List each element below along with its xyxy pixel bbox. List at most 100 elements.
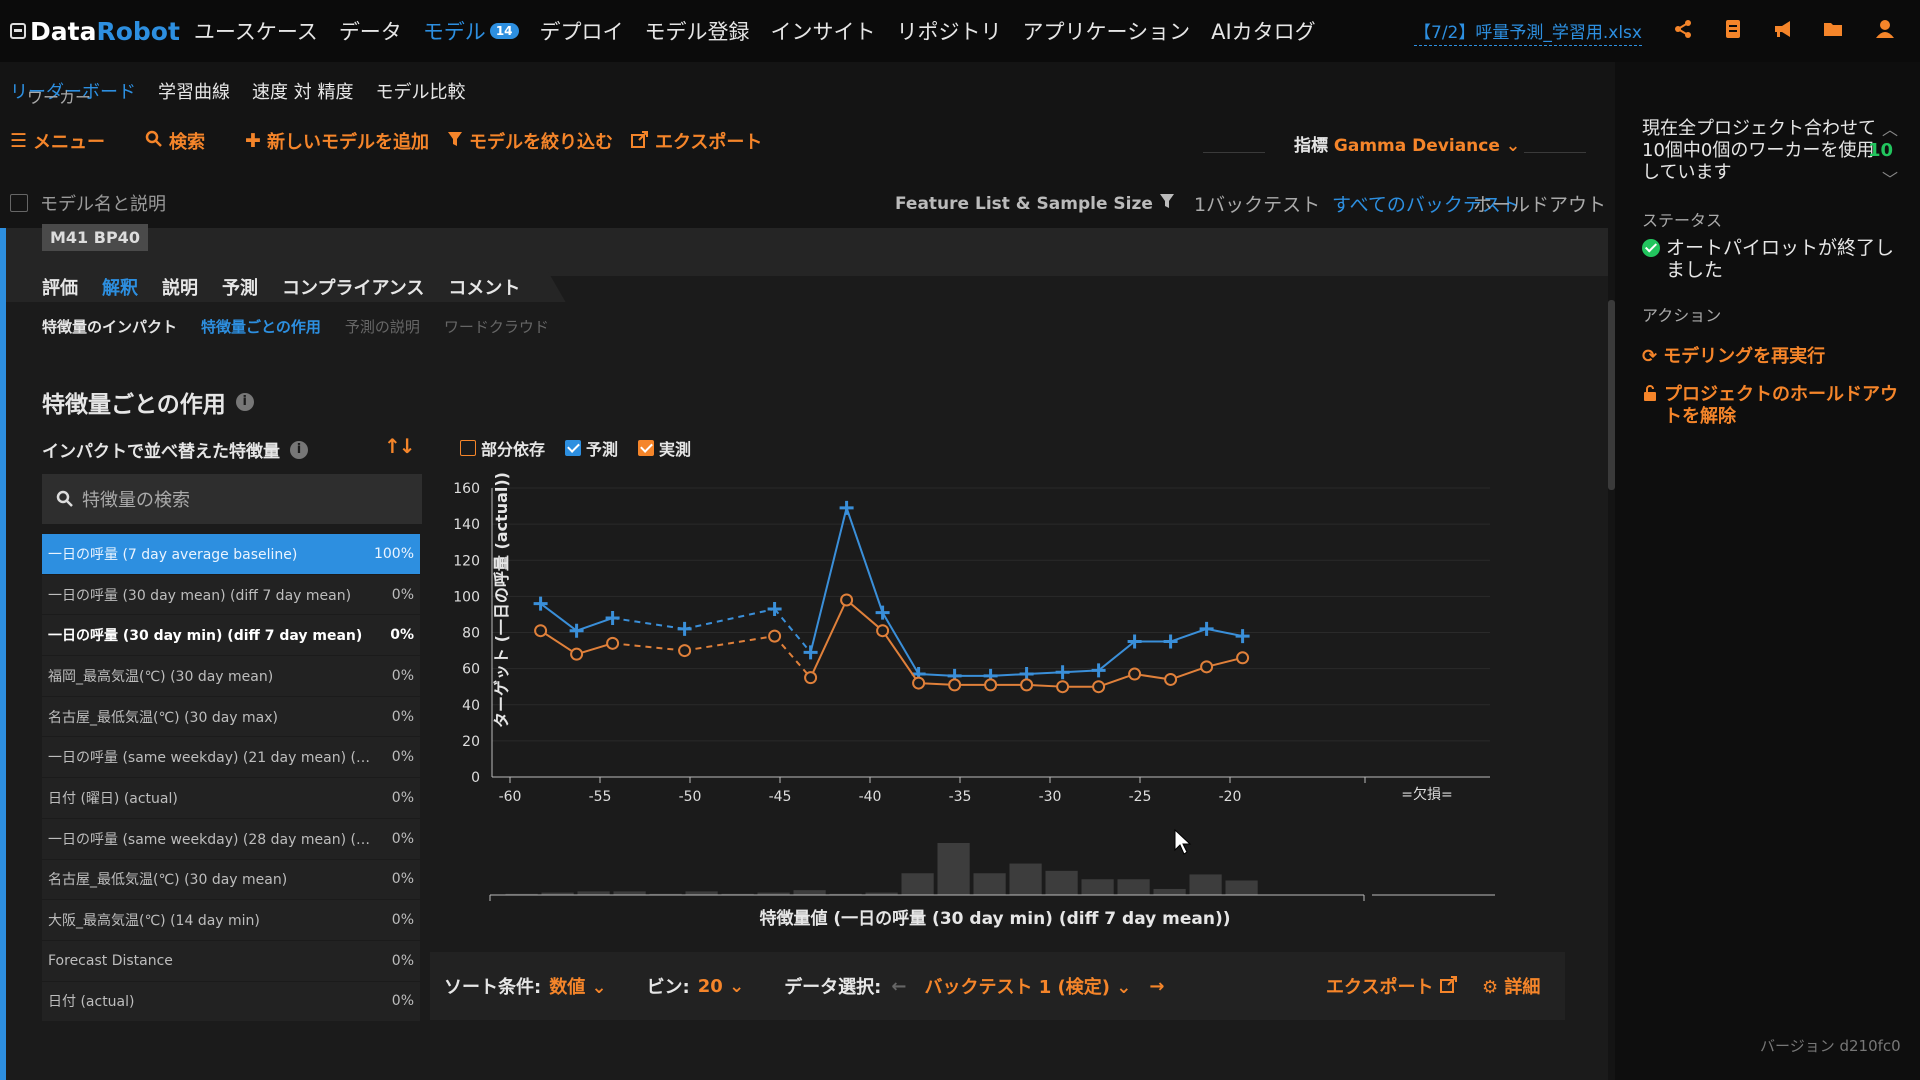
y-tick-label: 20 [462,734,480,750]
predicted-checkbox[interactable] [565,440,582,456]
predicted-point [1199,621,1214,636]
legend-predicted[interactable]: 予測 [565,436,618,460]
project-filename-link[interactable]: 【7/2】呼量予測_学習用.xlsx [1414,18,1642,46]
share-icon[interactable] [1672,18,1694,40]
unlock-holdout-link[interactable]: プロジェクトのホールドアウトを解除 [1642,384,1902,428]
nav-deploy[interactable]: デプロイ [540,16,624,46]
subtab-feature-impact[interactable]: 特徴量のインパクト [42,316,177,337]
feature-row[interactable]: 日付 (actual) 0% [42,981,420,1023]
document-icon[interactable] [1722,18,1744,40]
x-tick-label: -35 [949,789,972,805]
feature-row[interactable]: 一日の呼量 (same weekday) (28 day mean) (diff… [42,818,420,860]
gear-icon: ⚙ [1482,977,1499,998]
search-button[interactable]: 検索 [145,128,205,154]
detail-button[interactable]: ⚙ 詳細 [1482,973,1540,999]
feature-row[interactable]: 大阪_最高気温(℃) (14 day min) 0% [42,900,420,941]
model-name-checkbox[interactable] [10,194,28,212]
subtab-word-cloud[interactable]: ワードクラウド [444,316,549,337]
tab-evaluate[interactable]: 評価 [42,274,78,300]
sort-direction-icon[interactable]: ↑↓ [384,434,415,458]
refresh-icon: ⟳ [1642,346,1658,367]
subtab-feature-effects[interactable]: 特徴量ごとの作用 [201,316,321,337]
feature-list: 一日の呼量 (7 day average baseline) 100% 一日の呼量… [42,534,420,1023]
feature-row[interactable]: 名古屋_最低気温(℃) (30 day max) 0% [42,696,420,738]
subnav-learning-curve[interactable]: 学習曲線 [158,78,230,104]
chart-controls: ソート条件: 数値 ⌄ ビン: 20 ⌄ データ選択: ← バックテスト 1 (… [430,952,1565,1020]
search-icon [56,490,73,507]
nav-usecase[interactable]: ユースケース [194,16,318,46]
metric-selector[interactable]: 指標 Gamma Deviance ⌄ [1294,131,1520,156]
model-name-toggle[interactable]: モデル名と説明 [10,190,166,216]
feature-row[interactable]: Forecast Distance 0% [42,940,420,982]
tab-understand[interactable]: 解釈 [102,274,138,300]
feature-list-sample-size-filter[interactable]: Feature List & Sample Size [895,193,1175,214]
backtest1-column[interactable]: 1バックテスト [1194,190,1320,217]
filter-models-button[interactable]: モデルを絞り込む [447,128,613,154]
chevron-up-icon[interactable]: ︿ [1882,116,1898,140]
add-model-button[interactable]: ✚ 新しいモデルを追加 [245,128,429,154]
x-tick-label: -45 [769,789,792,805]
hamburger-icon: ☰ [10,130,28,152]
feature-row[interactable]: 一日の呼量 (30 day min) (diff 7 day mean) 0% [42,615,420,657]
search-icon [145,130,163,153]
actual-point [1200,660,1214,674]
action-heading: アクション [1642,306,1722,325]
menu-button[interactable]: ☰ メニュー [10,128,105,154]
data-selection-select[interactable]: バックテスト 1 (検定) ⌄ [924,973,1131,999]
actual-checkbox[interactable] [638,440,655,456]
nav-model-registry[interactable]: モデル登録 [645,16,750,46]
datarobot-logo[interactable]: Data Robot [10,17,180,46]
next-arrow-icon[interactable]: → [1149,976,1164,997]
nav-repository[interactable]: リポジトリ [897,16,1002,46]
worker-heading: ワーカー [27,88,92,107]
x-axis-label: 特徴量値 (一日の呼量 (30 day min) (diff 7 day mea… [759,908,1230,929]
folder-icon[interactable] [1822,18,1844,40]
nav-data[interactable]: データ [339,16,402,46]
nav-insights[interactable]: インサイト [771,16,876,46]
rerun-modeling-link[interactable]: ⟳ モデリングを再実行 [1642,346,1902,368]
chevron-down-icon[interactable]: ﹀ [1882,166,1898,190]
info-icon[interactable]: i [290,440,308,459]
chart-histogram [489,843,1495,901]
subnav-speed-vs-accuracy[interactable]: 速度 対 精度 [252,78,353,104]
tab-compliance[interactable]: コンプライアンス [282,274,424,300]
bins-select[interactable]: 20 ⌄ [698,976,744,997]
understand-subtabs: 特徴量のインパクト 特徴量ごとの作用 予測の説明 ワードクラウド [42,316,549,337]
tab-describe[interactable]: 説明 [162,274,198,300]
feature-row[interactable]: 日付 (曜日) (actual) 0% [42,778,420,819]
legend-partial-dependence[interactable]: 部分依存 [460,436,545,460]
main-scrollbar[interactable] [1608,300,1615,490]
tab-comments[interactable]: コメント [448,274,520,300]
feature-row[interactable]: 名古屋_最低気温(℃) (30 day mean) 0% [42,859,420,901]
metric-divider-left [1203,152,1265,153]
chart-export-button[interactable]: エクスポート [1326,973,1458,999]
subtab-prediction-explanations[interactable]: 予測の説明 [345,316,420,337]
actual-point [840,593,854,607]
feature-row[interactable]: 一日の呼量 (7 day average baseline) 100% [42,534,420,575]
user-icon[interactable] [1874,18,1896,40]
feature-row[interactable]: 福岡_最高気温(℃) (30 day mean) 0% [42,656,420,697]
legend-actual[interactable]: 実測 [638,436,691,460]
megaphone-icon[interactable] [1772,18,1794,40]
series-line-segment [612,617,685,630]
sort-by-select[interactable]: 数値 ⌄ [549,973,606,999]
nav-models[interactable]: モデル 14 [423,16,519,46]
export-icon [630,130,649,153]
partial-dependence-checkbox[interactable] [460,440,476,456]
prev-arrow-icon[interactable]: ← [891,976,906,997]
histogram-bar [1045,870,1078,895]
nav-applications[interactable]: アプリケーション [1023,16,1191,46]
feature-row[interactable]: 一日の呼量 (same weekday) (21 day mean) (diff… [42,737,420,779]
y-tick-label: 60 [462,662,480,678]
export-button[interactable]: エクスポート [630,128,762,154]
info-icon[interactable]: i [235,393,254,411]
histogram-bar [613,891,646,895]
nav-ai-catalog[interactable]: AIカタログ [1211,16,1316,46]
subnav-model-comparison[interactable]: モデル比較 [375,78,465,104]
holdout-column[interactable]: ホールドアウト [1466,190,1606,217]
metric-divider-right [1524,152,1586,153]
feature-search-input[interactable]: 特徴量の検索 [42,474,422,524]
tab-predict[interactable]: 予測 [222,274,258,300]
series-line-segment [539,602,578,632]
feature-row[interactable]: 一日の呼量 (30 day mean) (diff 7 day mean) 0% [42,574,420,616]
